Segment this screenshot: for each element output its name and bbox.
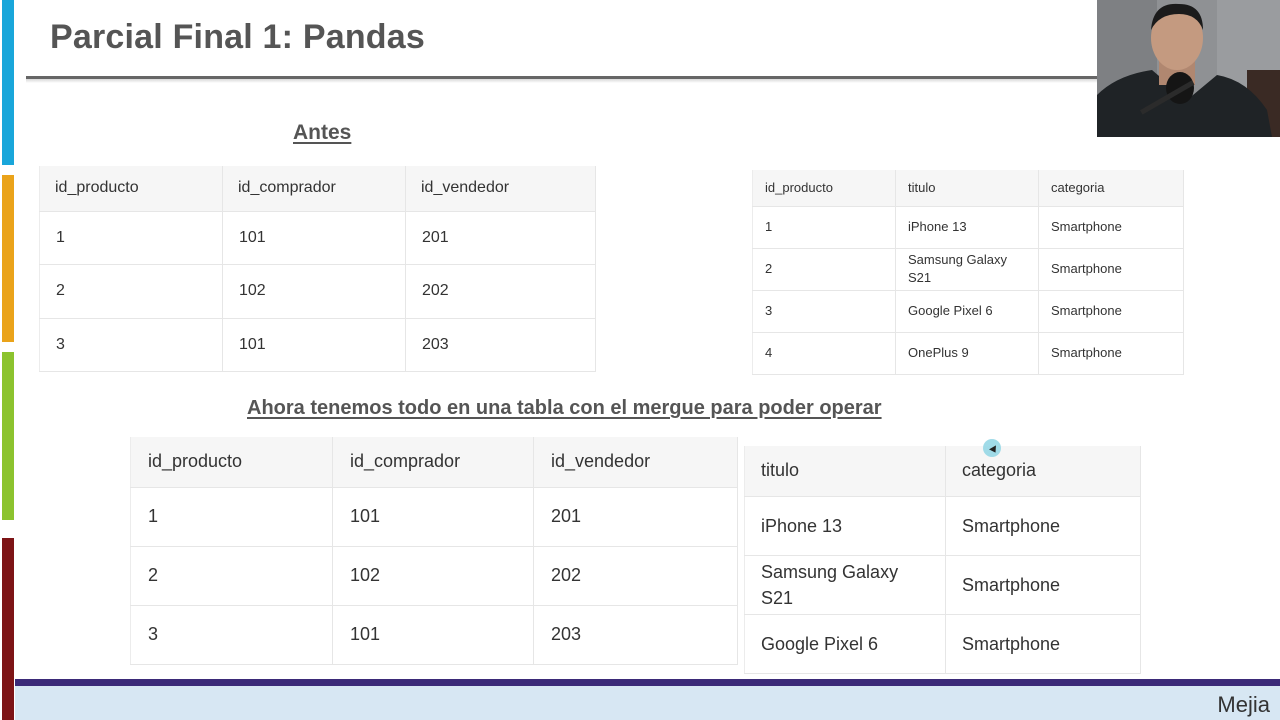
table-cell: iPhone 13: [895, 206, 1039, 249]
table-row: 3 101 203: [39, 318, 596, 372]
footer-author: Mejia: [1217, 692, 1270, 717]
accent-sidebar: [0, 0, 15, 720]
table-cell: 1: [130, 487, 333, 547]
table-row: 2 102 202: [130, 546, 738, 606]
table-row: Samsung Galaxy S21 Smartphone: [744, 555, 1141, 615]
table-cell: 201: [533, 487, 738, 547]
table-header-row: titulo categoria: [744, 446, 1141, 497]
column-header: id_vendedor: [533, 437, 738, 488]
table-cell: 3: [752, 290, 896, 333]
table-row: 2 Samsung Galaxy S21 Smartphone: [752, 248, 1184, 291]
table-header-row: id_producto titulo categoria: [752, 170, 1184, 207]
table-cell: 2: [752, 248, 896, 291]
column-header: titulo: [744, 446, 946, 497]
table-cell: 3: [130, 605, 333, 665]
sidebar-segment-blue: [2, 0, 14, 165]
table-cell: 101: [332, 487, 534, 547]
table-row: 3 101 203: [130, 605, 738, 665]
table-cell: 4: [752, 332, 896, 375]
table-cell: 2: [130, 546, 333, 606]
table-cell: Smartphone: [945, 614, 1141, 674]
table-cell: 101: [222, 318, 406, 372]
column-header: id_producto: [130, 437, 333, 488]
table-cell: 2: [39, 264, 223, 319]
column-header: id_vendedor: [405, 166, 596, 212]
sidebar-segment-orange: [2, 175, 14, 342]
table-row: 3 Google Pixel 6 Smartphone: [752, 290, 1184, 333]
column-header: id_comprador: [222, 166, 406, 212]
webcam-overlay: [1097, 0, 1280, 137]
table-cell: Samsung Galaxy S21: [744, 555, 946, 615]
table-cell: 1: [752, 206, 896, 249]
table-cell: 102: [332, 546, 534, 606]
table-cell: 101: [332, 605, 534, 665]
table-cell: 203: [533, 605, 738, 665]
table-orders: id_producto id_comprador id_vendedor 1 1…: [39, 166, 596, 372]
table-header-row: id_producto id_comprador id_vendedor: [39, 166, 596, 212]
table-cell: Google Pixel 6: [895, 290, 1039, 333]
title-divider-shadow: [26, 79, 1098, 83]
sidebar-segment-green: [2, 352, 14, 520]
column-header: titulo: [895, 170, 1039, 207]
table-cell: Smartphone: [1038, 248, 1184, 291]
table-cell: Smartphone: [1038, 332, 1184, 375]
table-cell: Google Pixel 6: [744, 614, 946, 674]
table-products: id_producto titulo categoria 1 iPhone 13…: [752, 170, 1184, 375]
table-row: 4 OnePlus 9 Smartphone: [752, 332, 1184, 375]
table-cell: 203: [405, 318, 596, 372]
column-header: id_producto: [39, 166, 223, 212]
table-cell: iPhone 13: [744, 496, 946, 556]
table-cell: 202: [405, 264, 596, 319]
column-header: categoria: [1038, 170, 1184, 207]
footer-bar: Mejia: [15, 686, 1280, 720]
sidebar-segment-red: [2, 538, 14, 720]
table-merged-ids: id_producto id_comprador id_vendedor 1 1…: [130, 437, 738, 665]
heading-after: Ahora tenemos todo en una tabla con el m…: [247, 397, 882, 419]
table-merged-details: titulo categoria iPhone 13 Smartphone Sa…: [744, 446, 1141, 674]
footer-accent-band: [15, 679, 1280, 686]
table-cell: 1: [39, 211, 223, 265]
table-row: 1 101 201: [130, 487, 738, 547]
presenter-video: [1097, 0, 1280, 137]
table-cell: Smartphone: [1038, 290, 1184, 333]
table-header-row: id_producto id_comprador id_vendedor: [130, 437, 738, 488]
table-row: Google Pixel 6 Smartphone: [744, 614, 1141, 674]
table-cell: 3: [39, 318, 223, 372]
column-header: categoria: [945, 446, 1141, 497]
table-cell: 101: [222, 211, 406, 265]
slide-title: Parcial Final 1: Pandas: [50, 18, 425, 56]
table-cell: Smartphone: [945, 496, 1141, 556]
table-row: 1 iPhone 13 Smartphone: [752, 206, 1184, 249]
table-cell: 202: [533, 546, 738, 606]
column-header: id_producto: [752, 170, 896, 207]
column-header: id_comprador: [332, 437, 534, 488]
table-row: iPhone 13 Smartphone: [744, 496, 1141, 556]
table-cell: Smartphone: [1038, 206, 1184, 249]
table-cell: 201: [405, 211, 596, 265]
heading-before: Antes: [293, 121, 352, 144]
table-cell: OnePlus 9: [895, 332, 1039, 375]
table-row: 1 101 201: [39, 211, 596, 265]
table-row: 2 102 202: [39, 264, 596, 319]
table-cell: 102: [222, 264, 406, 319]
table-cell: Samsung Galaxy S21: [895, 248, 1039, 291]
table-cell: Smartphone: [945, 555, 1141, 615]
